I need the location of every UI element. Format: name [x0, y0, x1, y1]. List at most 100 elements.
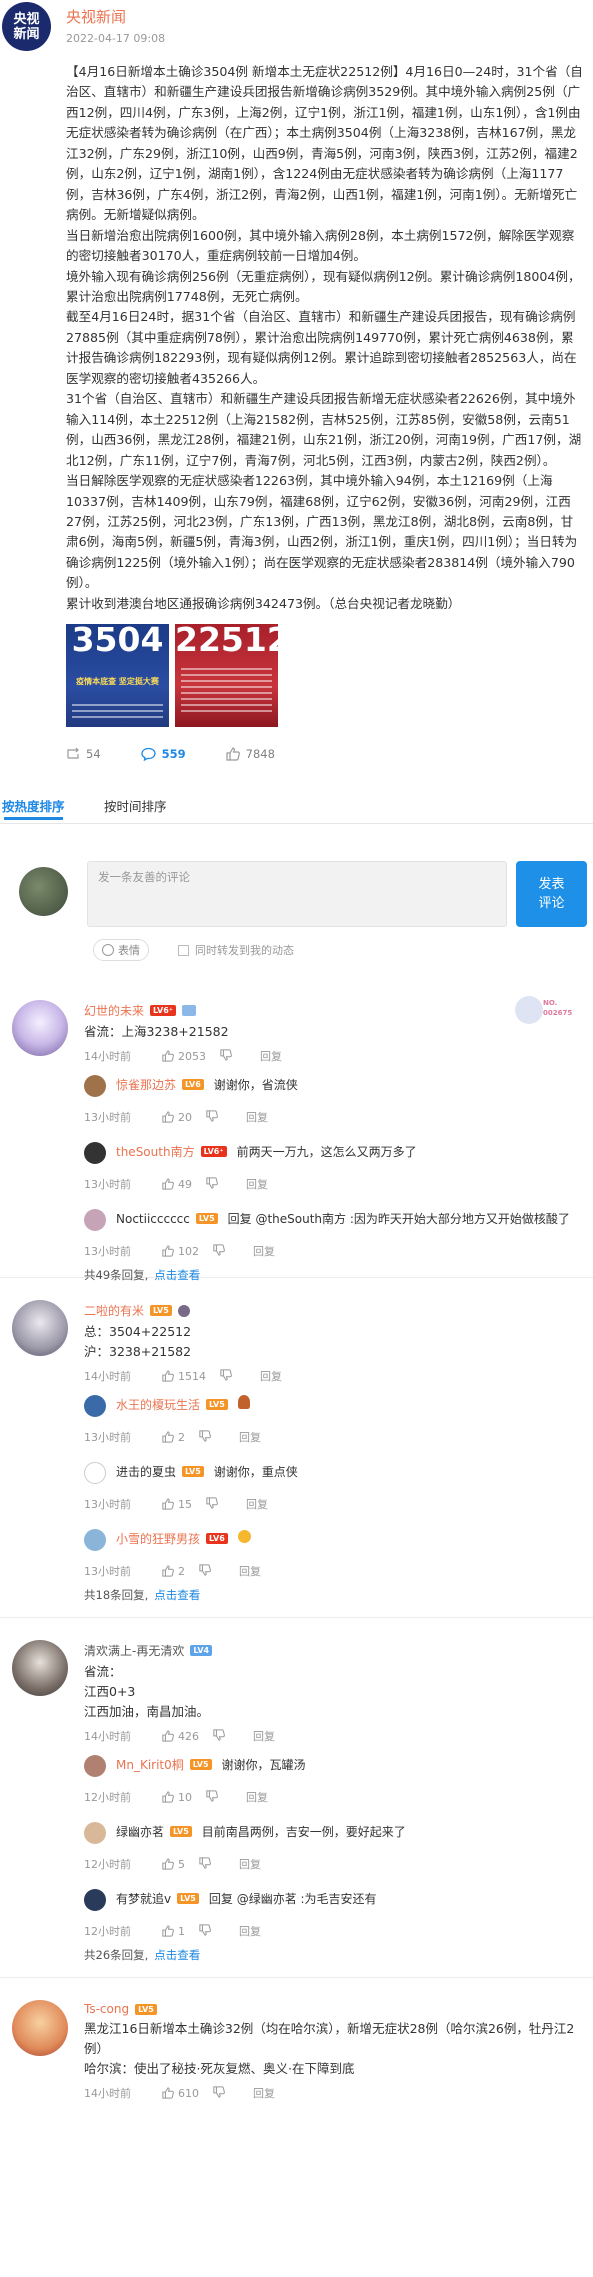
comment-like-button[interactable]: 2053	[162, 1050, 206, 1063]
reply-like-button[interactable]: 20	[162, 1111, 192, 1124]
dislike-button[interactable]	[206, 1497, 218, 1512]
reply-button[interactable]: 回复	[239, 1429, 261, 1445]
reply-avatar[interactable]	[84, 1075, 106, 1098]
reply-name[interactable]: 惊雀那边苏	[116, 1075, 176, 1095]
reply-avatar[interactable]	[84, 1755, 106, 1778]
comment-item: 清欢满上-再无清欢 LV4 省流： 江西0+3 江西加油，南昌加油。 14小时前 42…	[0, 1618, 593, 1979]
dislike-button[interactable]	[199, 1430, 211, 1445]
level-badge: LV6	[182, 1079, 204, 1091]
reply-like-button[interactable]: 102	[162, 1245, 199, 1258]
reply-name[interactable]: theSouth南方	[116, 1142, 195, 1162]
reply-time: 13小时前	[84, 1178, 131, 1192]
commenter-avatar[interactable]	[12, 1000, 68, 1057]
comment-input[interactable]: 发一条友善的评论	[87, 861, 507, 928]
reply-button[interactable]: 回复	[253, 1728, 275, 1744]
dislike-button[interactable]	[213, 1244, 225, 1259]
tab-sort-time[interactable]: 按时间排序	[104, 784, 167, 815]
reply-like-button[interactable]: 2	[162, 1431, 185, 1444]
reply-button[interactable]: 回复	[246, 1789, 268, 1805]
dislike-button[interactable]	[213, 1729, 225, 1744]
reply-avatar[interactable]	[84, 1462, 106, 1485]
comment-like-button[interactable]: 610	[162, 2087, 199, 2100]
author-avatar[interactable]: 央视 新闻	[2, 2, 51, 51]
thumbs-up-icon	[162, 1498, 174, 1510]
dislike-button[interactable]	[213, 2086, 225, 2101]
submit-comment-button[interactable]: 发表 评论	[516, 861, 587, 928]
reply-name[interactable]: 进击的夏虫	[116, 1462, 176, 1482]
reply-button[interactable]: 回复	[239, 1563, 261, 1579]
commenter-name[interactable]: Ts-cong LV5	[84, 2002, 593, 2016]
like-button[interactable]: 7848	[226, 747, 275, 761]
reply-button[interactable]: 回复	[246, 1176, 268, 1192]
reply-button[interactable]: 回复	[246, 1109, 268, 1125]
reply-button[interactable]: 回复	[260, 1048, 282, 1064]
comment-button[interactable]: 559	[140, 747, 186, 762]
view-replies-link[interactable]: 点击查看	[154, 1588, 200, 1602]
reply-time: 13小时前	[84, 1431, 131, 1445]
reply-item: 绿幽亦茗 LV5 目前南昌两例，吉安一例，要好起来了 12小时前 5 回复	[84, 1813, 593, 1880]
reply-name[interactable]: Mn_Kirit0桐	[116, 1755, 184, 1775]
repost-button[interactable]: 54	[66, 747, 101, 761]
dislike-button[interactable]	[199, 1924, 211, 1939]
sync-repost-checkbox[interactable]: 同时转发到我的动态	[178, 942, 294, 958]
reply-time: 13小时前	[84, 1245, 131, 1259]
reply-name[interactable]: 小雪的狂野男孩	[116, 1529, 200, 1549]
author-name[interactable]: 央视新闻	[66, 6, 126, 27]
commenter-avatar[interactable]	[12, 2000, 68, 2057]
reply-like-button[interactable]: 5	[162, 1858, 185, 1871]
emoji-button[interactable]: 表情	[93, 939, 149, 962]
thumbs-up-icon	[162, 1858, 174, 1870]
reply-item: 小雪的狂野男孩 LV6 13小时前 2 回复	[84, 1520, 593, 1587]
reply-like-button[interactable]: 2	[162, 1565, 185, 1578]
dislike-button[interactable]	[206, 1790, 218, 1805]
reply-name[interactable]: 有梦就追v	[116, 1889, 171, 1909]
commenter-name[interactable]: 清欢满上-再无清欢 LV4	[84, 1642, 593, 1659]
reply-like-button[interactable]: 1	[162, 1925, 185, 1938]
commenter-avatar[interactable]	[12, 1300, 68, 1357]
post-image-2[interactable]: 22512	[175, 624, 278, 728]
tab-sort-hot[interactable]: 按热度排序	[2, 784, 65, 821]
reply-button[interactable]: 回复	[239, 1923, 261, 1939]
reply-avatar[interactable]	[84, 1889, 106, 1912]
reply-avatar[interactable]	[84, 1142, 106, 1165]
reply-time: 13小时前	[84, 1111, 131, 1125]
dislike-button[interactable]	[206, 1110, 218, 1125]
dislike-button[interactable]	[199, 1857, 211, 1872]
thumbs-up-icon	[162, 1111, 174, 1123]
dislike-button[interactable]	[206, 1177, 218, 1192]
reply-name[interactable]: 绿幽亦茗	[116, 1822, 164, 1842]
thumbs-down-icon	[199, 1857, 211, 1869]
comment-like-button[interactable]: 426	[162, 1730, 199, 1743]
logo-line2: 新闻	[13, 26, 40, 42]
thumbs-down-icon	[213, 1244, 225, 1256]
dislike-button[interactable]	[220, 1049, 232, 1064]
reply-avatar[interactable]	[84, 1822, 106, 1845]
reply-button[interactable]: 回复	[253, 2085, 275, 2101]
reply-like-button[interactable]: 10	[162, 1791, 192, 1804]
reply-button[interactable]: 回复	[239, 1856, 261, 1872]
medal-text: NO. 002675	[543, 999, 573, 1018]
reply-name[interactable]: Noctiicccccc	[116, 1209, 190, 1229]
reply-button[interactable]: 回复	[246, 1496, 268, 1512]
post-image-1[interactable]: 3504 疫情本底查 坚定挺大赛	[66, 624, 169, 728]
view-replies-link[interactable]: 点击查看	[154, 1948, 200, 1962]
vip-icon	[182, 1005, 196, 1017]
reply-avatar[interactable]	[84, 1395, 106, 1418]
reply-avatar[interactable]	[84, 1209, 106, 1232]
reply-button[interactable]: 回复	[253, 1243, 275, 1259]
commenter-name[interactable]: 二啦的有米 LV5	[84, 1302, 593, 1319]
dislike-button[interactable]	[220, 1369, 232, 1384]
dislike-button[interactable]	[199, 1564, 211, 1579]
reply-button[interactable]: 回复	[260, 1368, 282, 1384]
comment-item: NO. 002675 幻世的未来 LV6⁺ 省流：上海3238+21582 14小时…	[0, 978, 593, 1282]
reply-name[interactable]: 水王的榎玩生活	[116, 1395, 200, 1415]
reply-text: 目前南昌两例，吉安一例，要好起来了	[201, 1825, 406, 1840]
reply-like-button[interactable]: 49	[162, 1178, 192, 1191]
reply-time: 12小时前	[84, 1925, 131, 1939]
reply-like-button[interactable]: 15	[162, 1498, 192, 1511]
comment-like-button[interactable]: 1514	[162, 1370, 206, 1383]
reply-avatar[interactable]	[84, 1529, 106, 1552]
reply-text: 回复 @绿幽亦茗 :为毛吉安还有	[208, 1892, 377, 1907]
thumbs-up-icon	[162, 1565, 174, 1577]
commenter-avatar[interactable]	[12, 1640, 68, 1697]
